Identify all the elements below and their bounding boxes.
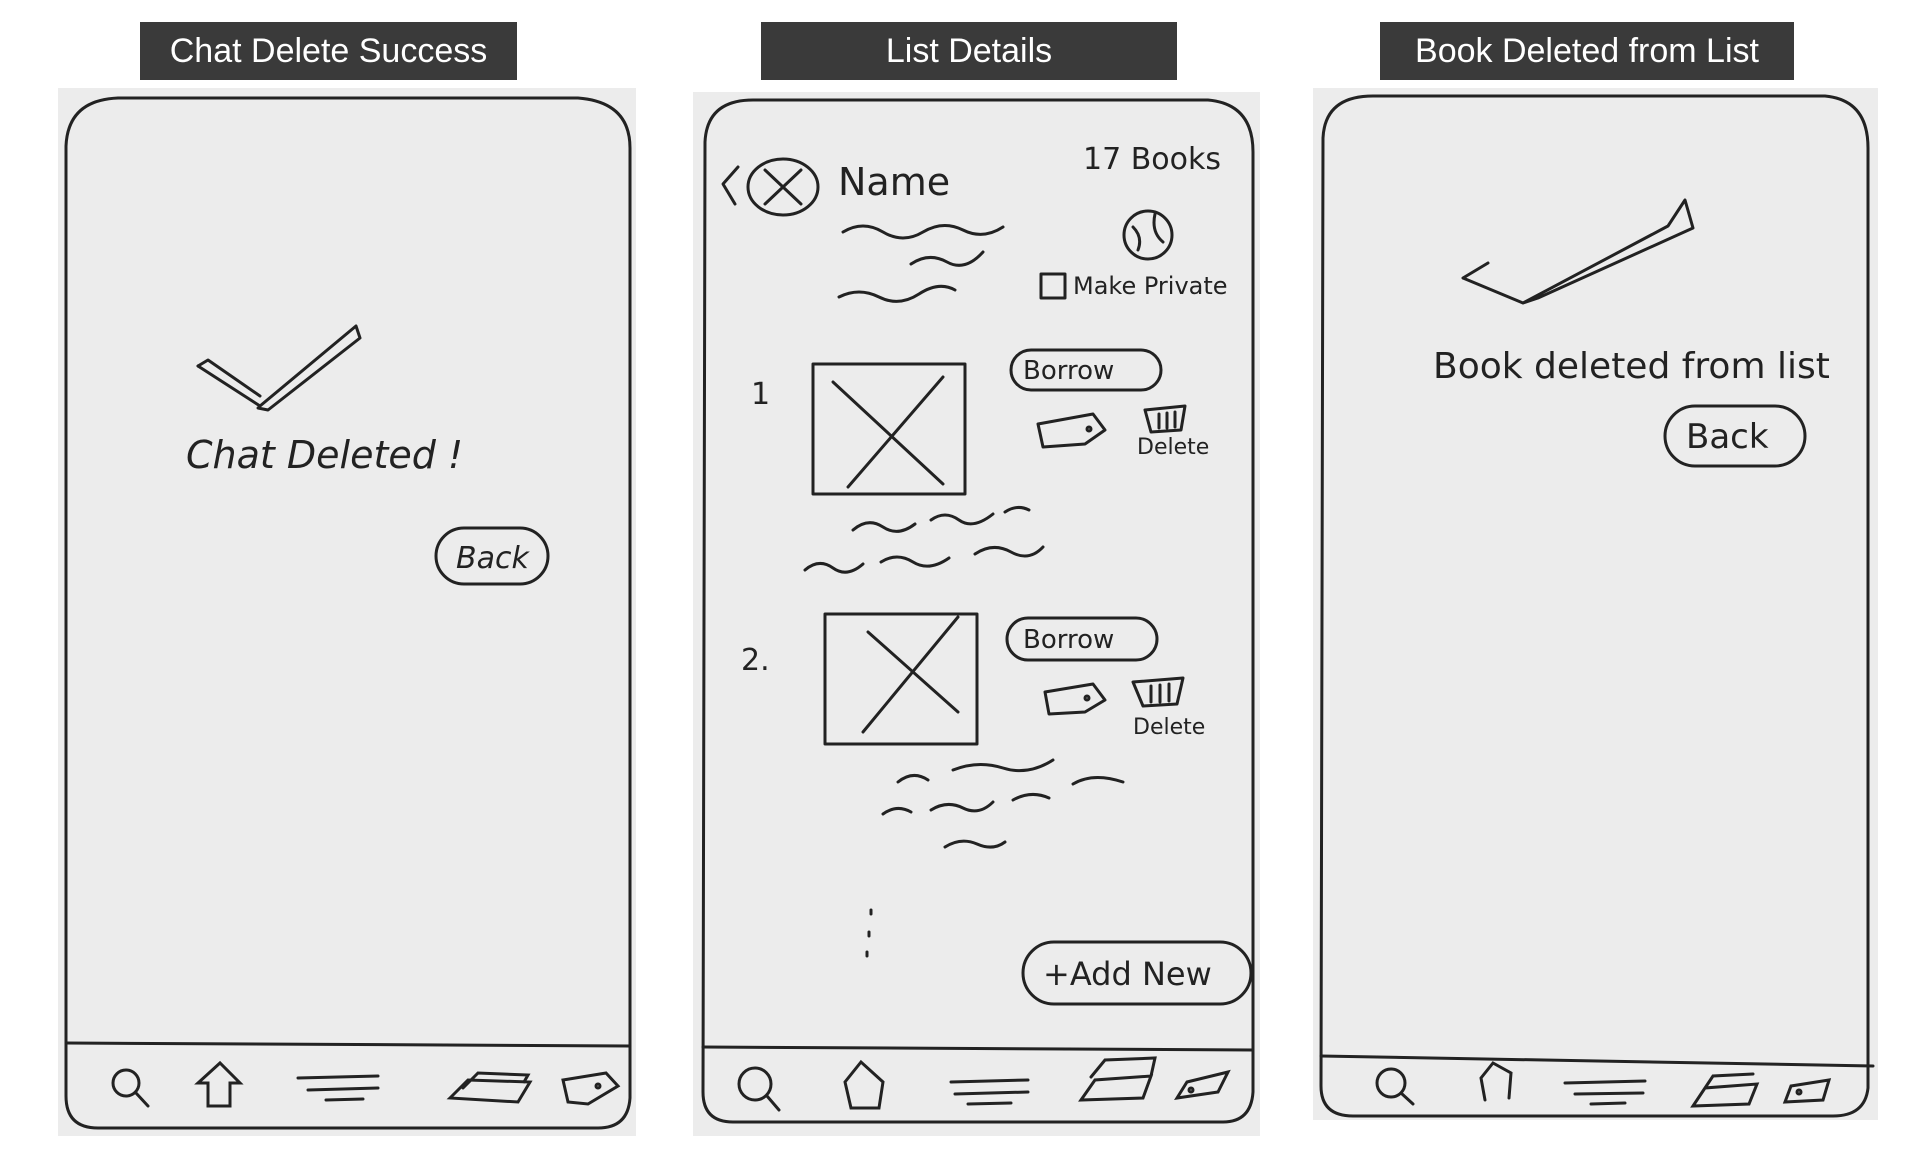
panel-title-book-deleted: Book Deleted from List [1380,22,1794,80]
books-icon[interactable] [1078,1056,1157,1102]
close-icon [746,157,820,217]
search-icon[interactable] [111,1068,150,1108]
back-button[interactable]: Back [1686,417,1769,457]
menu-icon[interactable] [296,1074,380,1102]
delete-icon-2 [1131,676,1185,708]
tag-icon-2 [1043,682,1107,716]
books-icon[interactable] [446,1071,533,1104]
tag-icon[interactable] [561,1071,621,1106]
nav-divider [64,1041,632,1048]
book-cover-placeholder-1 [811,362,967,496]
delete-button-1[interactable]: Delete [1137,435,1209,460]
make-private-label: Make Private [1073,272,1228,300]
home-icon[interactable] [194,1060,244,1108]
panel-title-list-details: List Details [761,22,1177,80]
delete-icon-1 [1143,404,1187,434]
phone-frame [1319,94,1870,1118]
book-deleted-sketch: Book deleted from list Back [1319,94,1875,1118]
phone-frame [64,96,632,1130]
description-line [841,224,1005,240]
item-number-2: 2. [741,643,770,678]
more-items-ellipsis [865,908,873,958]
nav-divider [1319,1054,1875,1068]
tag-icon-1 [1036,412,1107,449]
list-name: Name [838,160,950,204]
chat-delete-sketch: Chat Deleted ! Back [64,96,632,1130]
chat-delete-screen: Chat Deleted ! Back [58,88,636,1136]
book-cover-placeholder-2 [823,612,979,746]
tag-icon[interactable] [1782,1078,1832,1104]
panel-title-chat-delete: Chat Delete Success [140,22,517,80]
list-details-screen: Name 17 Books Make Private 1 Borrow Dele… [693,92,1260,1136]
globe-icon [1122,209,1174,261]
menu-icon[interactable] [949,1078,1030,1106]
list-details-sketch: Name 17 Books Make Private 1 Borrow Dele… [701,98,1255,1124]
item-number-1: 1 [751,377,770,412]
checkmark-icon [1461,198,1695,305]
book-deleted-message: Book deleted from list [1433,346,1830,387]
borrow-button-2[interactable]: Borrow [1023,625,1114,655]
back-arrow-icon [721,165,740,206]
chat-deleted-message: Chat Deleted ! [186,433,463,477]
home-icon[interactable] [1479,1061,1513,1102]
search-icon[interactable] [737,1066,781,1112]
menu-icon[interactable] [1563,1079,1647,1106]
borrow-button-1[interactable]: Borrow [1023,356,1114,386]
book-count: 17 Books [1083,142,1221,177]
back-button[interactable]: Back [456,541,530,576]
tag-icon[interactable] [1174,1069,1231,1100]
make-private-checkbox [1039,272,1067,300]
nav-divider [701,1045,1255,1052]
search-icon[interactable] [1375,1067,1415,1106]
checkmark-icon [196,324,362,412]
add-new-button[interactable]: +Add New [1043,955,1212,993]
book-deleted-screen: Book deleted from list Back [1313,88,1878,1120]
books-icon[interactable] [1690,1072,1760,1108]
delete-button-2[interactable]: Delete [1133,715,1205,740]
home-icon[interactable] [843,1059,885,1110]
